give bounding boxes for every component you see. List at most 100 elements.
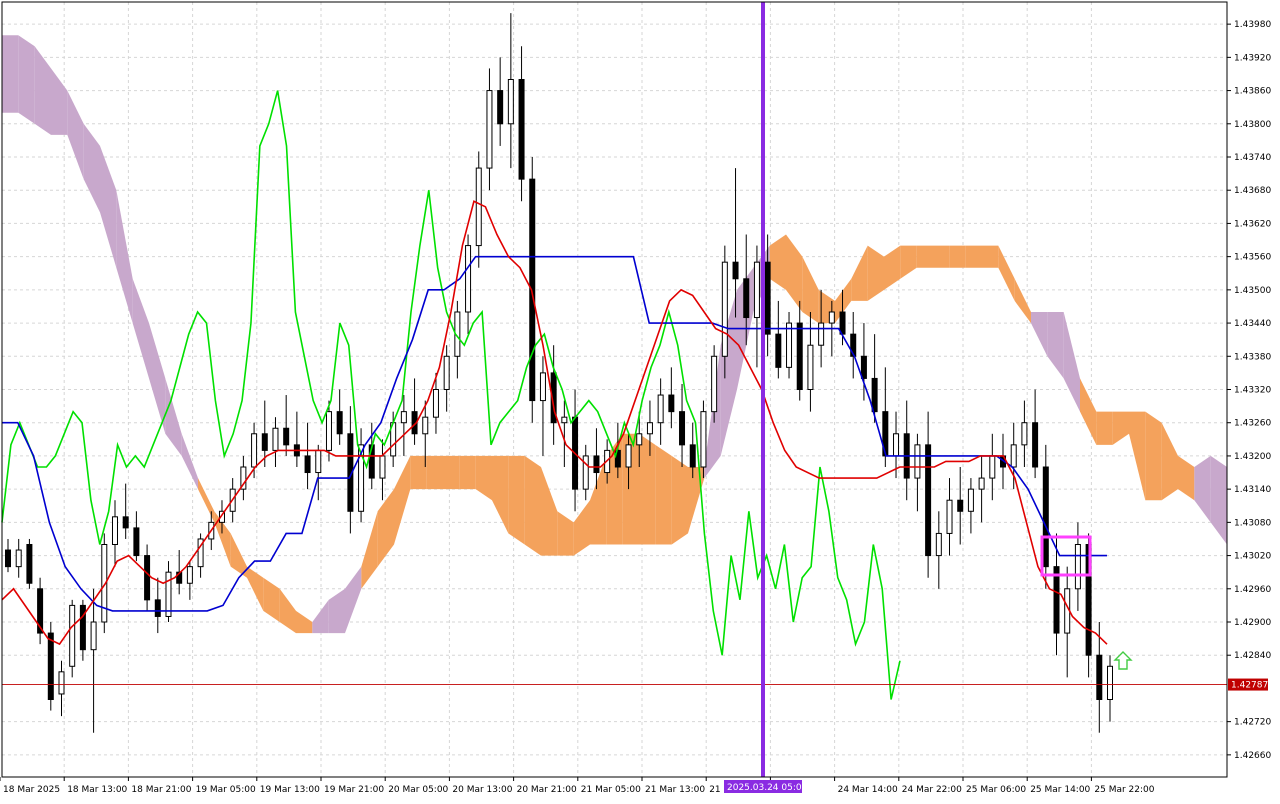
kumo-segment bbox=[459, 455, 476, 490]
candle-bear bbox=[5, 549, 11, 568]
candle-bull bbox=[1021, 422, 1028, 446]
candle-bear bbox=[796, 322, 803, 391]
candle-bull bbox=[753, 261, 760, 319]
x-tick-label: 25 Mar 14:00 bbox=[1030, 785, 1090, 795]
candle-bull bbox=[90, 621, 97, 651]
y-tick-label: 1.43680 bbox=[1234, 186, 1271, 196]
x-tick-label: 20 Mar 21:00 bbox=[517, 785, 577, 795]
x-tick-label: 18 Mar 2025 bbox=[3, 785, 60, 795]
crosshair-time-tag: 2025.03.24 05:00 bbox=[724, 780, 808, 793]
candle-bull bbox=[914, 444, 921, 479]
candle-bear bbox=[668, 394, 675, 413]
candle-bull bbox=[625, 444, 632, 468]
chart-root: 1.43980 1.43920 1.43860 1.43800 1.43740 1.436… bbox=[0, 0, 1280, 800]
candle-bear bbox=[336, 411, 343, 435]
x-tick-label: 19 Mar 05:00 bbox=[196, 785, 256, 795]
kumo-segment bbox=[916, 245, 933, 268]
x-tick-label: 19 Mar 13:00 bbox=[260, 785, 320, 795]
candle-bull bbox=[657, 394, 664, 424]
kumo-segment bbox=[508, 455, 525, 545]
candle-bull bbox=[1107, 665, 1113, 700]
candle-bull bbox=[711, 355, 718, 413]
candle-bull bbox=[807, 344, 814, 391]
y-tick-label: 1.43920 bbox=[1234, 53, 1271, 63]
candle-bull bbox=[700, 411, 707, 468]
candle-bear bbox=[144, 555, 151, 601]
x-tick-label: 24 Mar 22:00 bbox=[902, 785, 962, 795]
y-tick-label: 1.42660 bbox=[1234, 751, 1271, 761]
candle-bear bbox=[497, 90, 504, 125]
candle-bear bbox=[122, 516, 129, 529]
candle-bull bbox=[272, 427, 279, 451]
kumo-segment bbox=[933, 245, 950, 268]
candle-bull bbox=[582, 455, 589, 490]
candle-bull bbox=[989, 455, 996, 479]
y-tick-label: 1.43740 bbox=[1234, 153, 1271, 163]
ichimoku-chart[interactable]: 1.43980 1.43920 1.43860 1.43800 1.43740 1.436… bbox=[0, 0, 1280, 800]
candle-bear bbox=[925, 444, 932, 557]
y-tick-label: 1.43620 bbox=[1234, 219, 1271, 229]
candle-bear bbox=[79, 604, 86, 651]
candle-bear bbox=[775, 333, 782, 368]
y-tick-label: 1.43080 bbox=[1234, 518, 1271, 528]
candle-bear bbox=[679, 411, 686, 446]
x-tick-label: 20 Mar 13:00 bbox=[452, 785, 512, 795]
candle-bull bbox=[486, 90, 493, 169]
candle-bear bbox=[26, 544, 33, 584]
x-tick-label: 24 Mar 14:00 bbox=[838, 785, 898, 795]
candle-bull bbox=[893, 433, 900, 457]
candle-bear bbox=[47, 632, 54, 700]
y-tick-label: 1.43380 bbox=[1234, 352, 1271, 362]
kumo-segment bbox=[2, 35, 19, 113]
candle-bull bbox=[422, 416, 429, 435]
x-tick-label: 18 Mar 21:00 bbox=[131, 785, 191, 795]
candle-bear bbox=[283, 427, 290, 446]
crosshair-time-label: 2025.03.24 05:00 bbox=[727, 783, 808, 793]
kumo-segment bbox=[1096, 411, 1113, 445]
y-tick-label: 1.43200 bbox=[1234, 452, 1271, 462]
candle-bull bbox=[315, 449, 322, 474]
candle-bull bbox=[935, 532, 942, 557]
candle-bear bbox=[871, 377, 878, 413]
candle-bull bbox=[786, 322, 793, 368]
x-tick-label: 19 Mar 21:00 bbox=[324, 785, 384, 795]
y-tick-label: 1.43500 bbox=[1234, 286, 1271, 296]
kumo-segment bbox=[1145, 411, 1162, 501]
candle-bull bbox=[978, 477, 985, 490]
candle-bull bbox=[69, 604, 76, 667]
candle-bull bbox=[465, 245, 472, 313]
y-tick-label: 1.43140 bbox=[1234, 485, 1271, 495]
candle-bear bbox=[1096, 654, 1103, 701]
candle-bull bbox=[828, 311, 835, 324]
candle-bull bbox=[1010, 444, 1017, 468]
x-tick-label: 18 Mar 13:00 bbox=[67, 785, 127, 795]
candle-bear bbox=[860, 355, 867, 379]
candle-bull bbox=[400, 411, 407, 424]
candle-bear bbox=[593, 455, 600, 474]
current-price-label: 1.42787 bbox=[1231, 681, 1268, 691]
y-tick-label: 1.43800 bbox=[1234, 120, 1271, 130]
kumo-segment bbox=[426, 455, 443, 490]
candle-bear bbox=[743, 278, 750, 319]
kumo-segment bbox=[671, 455, 688, 545]
candle-bull bbox=[432, 389, 439, 418]
candle-bull bbox=[539, 372, 546, 402]
candle-bear bbox=[1053, 566, 1060, 634]
candle-bear bbox=[1032, 422, 1039, 468]
candle-bull bbox=[646, 422, 653, 435]
candle-bear bbox=[764, 261, 771, 335]
candle-bull bbox=[507, 79, 514, 125]
candle-bull bbox=[561, 416, 568, 424]
y-tick-label: 1.42960 bbox=[1234, 585, 1271, 595]
kumo-segment bbox=[965, 245, 982, 268]
x-tick-label: 21 Mar 05:00 bbox=[581, 785, 641, 795]
kumo-segment bbox=[639, 433, 656, 545]
candle-bull bbox=[636, 433, 643, 446]
candle-bear bbox=[518, 79, 525, 180]
candle-bull bbox=[721, 261, 728, 357]
y-tick-label: 1.43440 bbox=[1234, 319, 1271, 329]
x-tick-label: 20 Mar 05:00 bbox=[388, 785, 448, 795]
y-tick-label: 1.43020 bbox=[1234, 552, 1271, 562]
kumo-segment bbox=[655, 444, 672, 545]
candle-bull bbox=[165, 571, 172, 617]
